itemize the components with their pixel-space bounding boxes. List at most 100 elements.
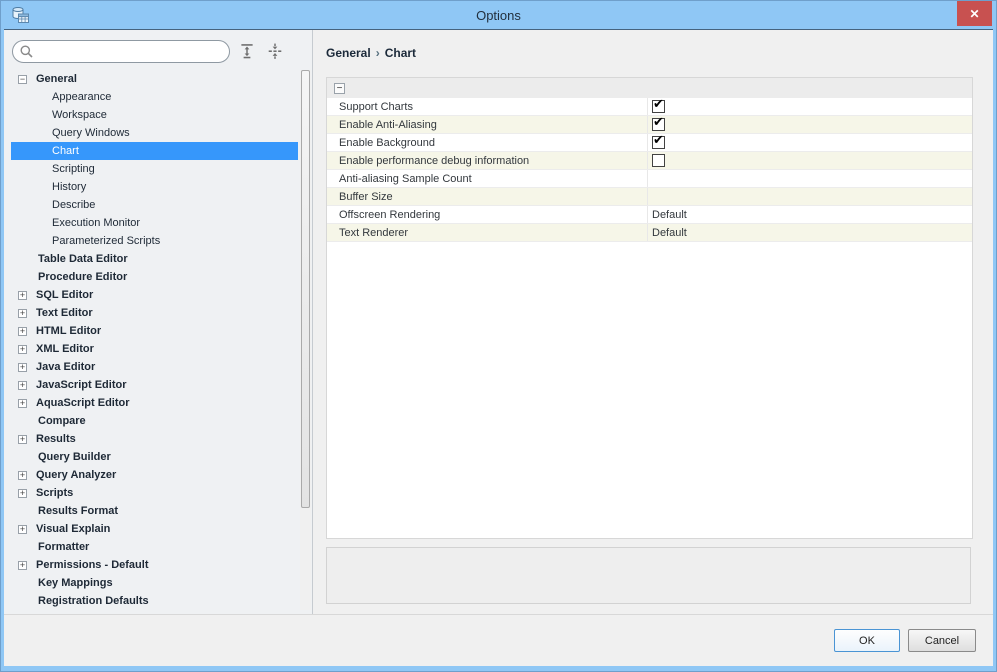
property-value-cell[interactable]: ✔: [648, 96, 972, 115]
sidebar-item-java-editor[interactable]: + Java Editor: [11, 358, 298, 376]
sidebar-item-label: Procedure Editor: [38, 271, 128, 283]
sidebar-item-query-windows[interactable]: Query Windows: [11, 124, 298, 142]
collapse-all-icon[interactable]: [266, 41, 286, 61]
sidebar-item-key-mappings[interactable]: Key Mappings: [11, 574, 298, 592]
sidebar-item-execution-monitor[interactable]: Execution Monitor: [11, 214, 298, 232]
sidebar-item-label: JavaScript Editor: [36, 379, 127, 391]
property-value-cell[interactable]: Default: [648, 206, 972, 223]
sidebar-item-html-editor[interactable]: + HTML Editor: [11, 322, 298, 340]
sidebar-item-label: History: [52, 181, 87, 193]
tree-expand-icon[interactable]: +: [18, 290, 27, 300]
property-row-enable-performance-debug-information: Enable performance debug information: [327, 152, 972, 170]
close-button[interactable]: ✕: [957, 1, 992, 26]
sidebar-item-workspace[interactable]: Workspace: [11, 106, 298, 124]
sidebar-item-label: Workspace: [52, 109, 107, 121]
tree-expand-icon[interactable]: +: [18, 398, 27, 408]
sidebar-item-appearance[interactable]: Appearance: [11, 88, 298, 106]
sidebar-item-label: SQL Editor: [36, 289, 94, 301]
sidebar-item-chart[interactable]: Chart: [11, 142, 298, 160]
sidebar-item-table-data-editor[interactable]: Table Data Editor: [11, 250, 298, 268]
tree-scrollbar-thumb[interactable]: [301, 70, 310, 508]
property-value-cell[interactable]: [648, 188, 972, 205]
sidebar-item-query-builder[interactable]: Query Builder: [11, 448, 298, 466]
sidebar-item-scripts[interactable]: + Scripts: [11, 484, 298, 502]
property-name: Text Renderer: [327, 224, 648, 241]
sidebar-item-results-format[interactable]: Results Format: [11, 502, 298, 520]
sidebar-item-visual-explain[interactable]: + Visual Explain: [11, 520, 298, 538]
options-tree: − General Appearance Workspace Query Windows…: [11, 70, 298, 614]
dialog-body: − General Appearance Workspace Query Windows…: [4, 29, 993, 666]
tree-expand-icon[interactable]: +: [18, 560, 27, 570]
search-box[interactable]: [12, 39, 230, 63]
sidebar-item-history[interactable]: History: [11, 178, 298, 196]
sidebar-item-scripting[interactable]: Scripting: [11, 160, 298, 178]
breadcrumb-part-general: General: [326, 46, 371, 60]
settings-content: General › Chart − Support Charts ✔ Enable An…: [313, 30, 993, 614]
sidebar-item-label: Parameterized Scripts: [52, 235, 161, 247]
tree-expand-icon[interactable]: +: [18, 362, 27, 372]
breadcrumb: General › Chart: [313, 30, 993, 60]
property-name: Offscreen Rendering: [327, 206, 648, 223]
ok-button[interactable]: OK: [834, 629, 900, 652]
sidebar-item-registration-defaults[interactable]: Registration Defaults: [11, 592, 298, 610]
property-value-cell[interactable]: [648, 152, 972, 169]
sidebar-item-label: Scripts: [36, 487, 74, 499]
sidebar-item-query-analyzer[interactable]: + Query Analyzer: [11, 466, 298, 484]
tree-expand-icon[interactable]: +: [18, 308, 27, 318]
property-value-cell[interactable]: [648, 170, 972, 187]
property-value-cell[interactable]: Default: [648, 224, 972, 241]
sidebar-item-general[interactable]: − General: [11, 70, 298, 88]
enable-background-checkbox[interactable]: ✔: [652, 132, 665, 149]
expand-all-icon[interactable]: [238, 41, 258, 61]
sidebar-item-label: Table Data Editor: [38, 253, 128, 265]
tree-expand-icon[interactable]: +: [18, 344, 27, 354]
support-charts-checkbox[interactable]: ✔: [652, 96, 665, 113]
tree-scrollbar[interactable]: [300, 70, 311, 610]
property-value: Default: [652, 226, 687, 239]
sidebar-item-label: Formatter: [38, 541, 90, 553]
enable-performance-debug-information-checkbox[interactable]: [652, 154, 665, 167]
sidebar-item-procedure-editor[interactable]: Procedure Editor: [11, 268, 298, 286]
tree-expand-icon[interactable]: +: [18, 524, 27, 534]
tree-expand-icon[interactable]: +: [18, 434, 27, 444]
sidebar-item-compare[interactable]: Compare: [11, 412, 298, 430]
cancel-button[interactable]: Cancel: [908, 629, 976, 652]
sidebar-item-label: HTML Editor: [36, 325, 102, 337]
property-value-cell[interactable]: ✔: [648, 114, 972, 133]
property-value-cell[interactable]: ✔: [648, 132, 972, 151]
enable-anti-aliasing-checkbox[interactable]: ✔: [652, 114, 665, 131]
property-row-buffer-size: Buffer Size: [327, 188, 972, 206]
property-name: Support Charts: [327, 98, 648, 115]
sidebar-item-sql-editor[interactable]: + SQL Editor: [11, 286, 298, 304]
breadcrumb-part-chart: Chart: [384, 46, 417, 60]
sidebar-item-results[interactable]: + Results: [11, 430, 298, 448]
tree-expand-icon[interactable]: +: [18, 326, 27, 336]
tree-collapse-icon[interactable]: −: [18, 74, 27, 84]
sidebar-item-xml-editor[interactable]: + XML Editor: [11, 340, 298, 358]
property-name: Enable Background: [327, 134, 648, 151]
sidebar-item-label: AquaScript Editor: [36, 397, 130, 409]
sidebar-item-aquascript-editor[interactable]: + AquaScript Editor: [11, 394, 298, 412]
sidebar-item-label: Describe: [52, 199, 96, 211]
sidebar-item-label: Query Builder: [38, 451, 111, 463]
sidebar-item-permissions-default[interactable]: + Permissions - Default: [11, 556, 298, 574]
sidebar-item-label: Query Windows: [52, 127, 130, 139]
sidebar-item-javascript-editor[interactable]: + JavaScript Editor: [11, 376, 298, 394]
sidebar-item-describe[interactable]: Describe: [11, 196, 298, 214]
tree-expand-icon[interactable]: +: [18, 380, 27, 390]
search-row: [4, 30, 312, 68]
tree-expand-icon[interactable]: +: [18, 470, 27, 480]
search-input[interactable]: [34, 42, 229, 60]
sidebar-item-label: General: [36, 73, 77, 85]
title-bar: Options ✕: [1, 1, 996, 29]
sidebar-item-label: Text Editor: [36, 307, 93, 319]
property-row-offscreen-rendering: Offscreen Rendering Default: [327, 206, 972, 224]
tree-expand-icon[interactable]: +: [18, 488, 27, 498]
property-description-box: [326, 547, 971, 604]
sidebar-item-formatter[interactable]: Formatter: [11, 538, 298, 556]
group-collapse-icon[interactable]: −: [334, 82, 345, 94]
chart-settings-panel: − Support Charts ✔ Enable Anti-Aliasing ✔ En…: [326, 77, 973, 539]
sidebar-item-text-editor[interactable]: + Text Editor: [11, 304, 298, 322]
sidebar-item-parameterized-scripts[interactable]: Parameterized Scripts: [11, 232, 298, 250]
sidebar-item-label: Chart: [52, 145, 79, 157]
